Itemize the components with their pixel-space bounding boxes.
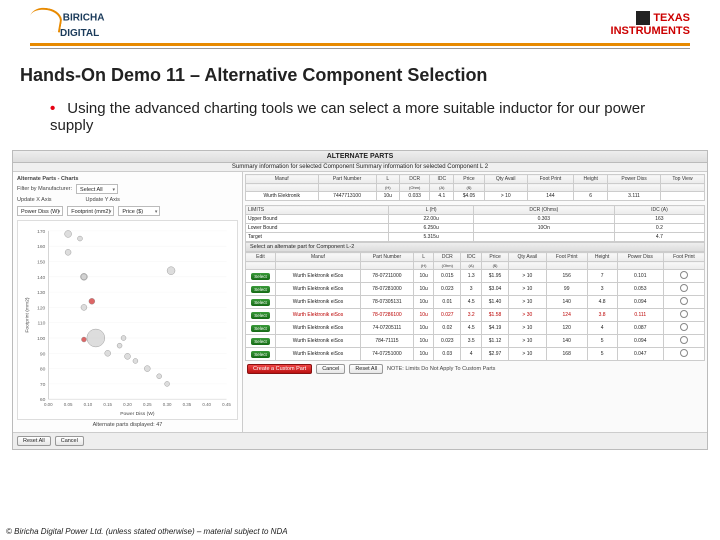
page-title: Hands-On Demo 11 – Alternative Component…	[0, 59, 720, 96]
svg-text:70: 70	[40, 382, 46, 388]
thin-rule	[30, 48, 690, 49]
window-titlebar: ALTERNATE PARTS	[13, 151, 707, 163]
svg-text:90: 90	[40, 351, 46, 357]
select-button[interactable]: Select	[251, 273, 270, 280]
svg-text:0.05: 0.05	[64, 402, 73, 407]
summary-table: ManufPart NumberLDCRIDCPriceQty AvailFoo…	[245, 174, 705, 201]
charts-section-label: Alternate Parts - Charts	[17, 176, 238, 182]
svg-text:0.40: 0.40	[202, 402, 211, 407]
orange-rule	[30, 43, 690, 46]
displayed-count: Alternate parts displayed: 47	[17, 422, 238, 428]
axis-select-2[interactable]: Footprint (mm2)	[67, 206, 114, 216]
ti-logo: TEXAS INSTRUMENTS	[611, 11, 690, 37]
axis-select-3[interactable]: Price ($)	[118, 206, 160, 216]
app-window: ALTERNATE PARTS Summary information for …	[12, 150, 708, 450]
svg-text:0.25: 0.25	[143, 402, 152, 407]
svg-text:160: 160	[37, 244, 45, 250]
scatter-chart: 170160150140130120110100908070600.000.05…	[17, 220, 238, 420]
biricha-logo: BIRICHA DIGITAL	[30, 8, 104, 39]
reset-all-button[interactable]: Reset All	[17, 436, 51, 446]
create-custom-button[interactable]: Create a Custom Part	[247, 364, 312, 374]
select-button[interactable]: Select	[251, 286, 270, 293]
svg-text:0.35: 0.35	[183, 402, 192, 407]
svg-text:0.45: 0.45	[222, 402, 231, 407]
select-button[interactable]: Select	[251, 338, 270, 345]
select-button[interactable]: Select	[251, 325, 270, 332]
tables-pane: ManufPart NumberLDCRIDCPriceQty AvailFoo…	[243, 172, 707, 432]
filter-label: Filter by Manufacturer:	[17, 186, 72, 192]
svg-text:110: 110	[37, 321, 45, 327]
select-button[interactable]: Select	[251, 299, 270, 306]
cancel-button-bottom[interactable]: Cancel	[316, 364, 345, 374]
select-button[interactable]: Select	[251, 351, 270, 358]
cancel-button[interactable]: Cancel	[55, 436, 84, 446]
limits-table: LIMITSL (H)DCR (Ohms)IDC (A) Upper Bound…	[245, 205, 705, 242]
svg-text:Footprint (mm2): Footprint (mm2)	[24, 297, 30, 332]
note-label: NOTE: Limits Do Not Apply To Custom Part…	[387, 366, 495, 372]
svg-text:0.30: 0.30	[163, 402, 172, 407]
reset-button-bottom[interactable]: Reset All	[349, 364, 383, 374]
update-x-label: Update X Axis	[17, 197, 52, 203]
svg-text:130: 130	[37, 290, 45, 296]
wave-icon	[30, 8, 60, 28]
window-subtitle: Summary information for selected Compone…	[13, 163, 707, 172]
chip-icon	[636, 11, 650, 25]
axis-select-1[interactable]: Power Diss (W)	[17, 206, 63, 216]
svg-text:0.10: 0.10	[84, 402, 93, 407]
alt-parts-label: Select an alternate part for Component L…	[245, 242, 705, 252]
svg-text:0.15: 0.15	[103, 402, 112, 407]
copyright: © Biricha Digital Power Ltd. (unless sta…	[6, 527, 288, 536]
svg-text:0.20: 0.20	[123, 402, 132, 407]
limits-title: LIMITS	[246, 206, 389, 215]
svg-text:Power Diss (W): Power Diss (W)	[120, 411, 155, 417]
bullet-text: •Using the advanced charting tools we ca…	[0, 96, 720, 150]
charts-pane: Alternate Parts - Charts Filter by Manuf…	[13, 172, 243, 432]
svg-text:0.00: 0.00	[44, 402, 53, 407]
svg-text:150: 150	[37, 259, 45, 265]
alternates-table: EditManufPart NumberLDCRIDCPriceQty Avai…	[245, 252, 705, 361]
filter-select[interactable]: Select All	[76, 184, 118, 194]
update-y-label: Update Y Axis	[86, 197, 120, 203]
svg-text:120: 120	[37, 305, 45, 311]
svg-text:140: 140	[37, 275, 45, 281]
svg-text:80: 80	[40, 367, 46, 373]
svg-text:170: 170	[37, 229, 45, 235]
svg-text:100: 100	[37, 336, 45, 342]
select-button[interactable]: Select	[251, 312, 270, 319]
